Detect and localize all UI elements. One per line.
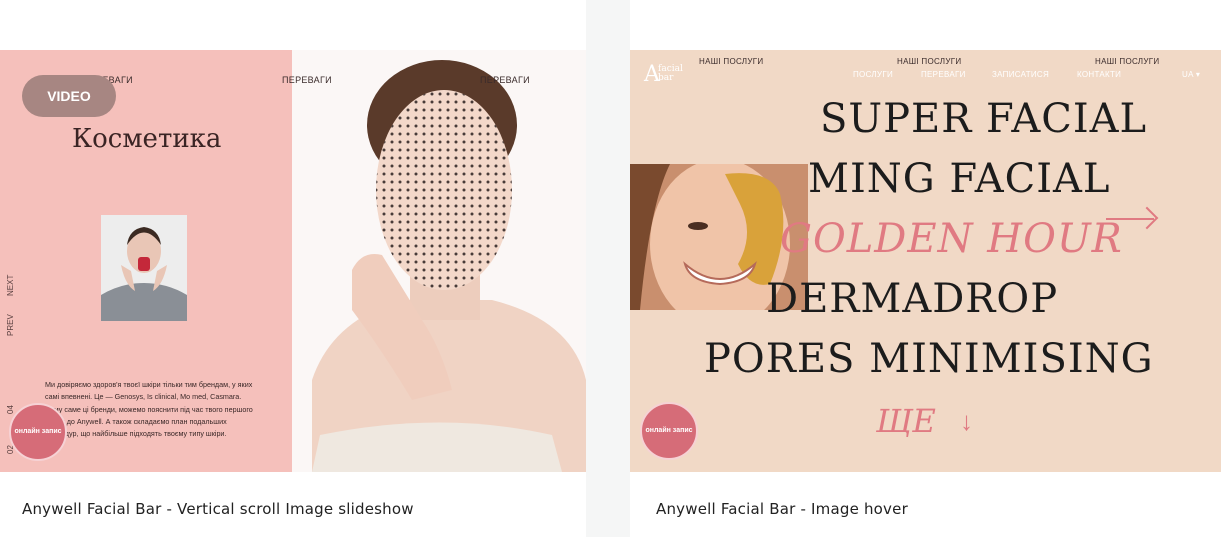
- next-slide-link[interactable]: NEXT: [6, 275, 15, 296]
- menu-item-contacts[interactable]: КОНТАКТИ: [1077, 70, 1121, 79]
- menu-item-services[interactable]: ПОСЛУГИ: [853, 70, 893, 79]
- masked-model-image: [312, 60, 586, 472]
- nav-link-advantages[interactable]: ПЕРЕВАГИ: [480, 75, 530, 85]
- chevron-down-icon: ▾: [1195, 70, 1201, 79]
- online-booking-button[interactable]: онлайн запис: [9, 403, 67, 461]
- arrow-right-icon: [1106, 218, 1154, 220]
- slide-counter-top: 04: [6, 405, 15, 414]
- slide-thumbnail: [101, 215, 187, 321]
- nav-link-advantages[interactable]: ПЕРЕВАГИ: [282, 75, 332, 85]
- template-card-vertical-slideshow[interactable]: ПЕРЕВАГИ ПЕРЕВАГИ ПЕРЕВАГИ VIDEO Космети…: [0, 0, 586, 537]
- service-item-pores-minimising[interactable]: PORES MINIMISING: [704, 336, 1154, 382]
- online-booking-button[interactable]: онлайн запис: [640, 402, 698, 460]
- arrow-down-icon: ↓: [960, 406, 973, 436]
- model-photo: [292, 50, 586, 472]
- service-item-golden-hour[interactable]: GOLDEN HOUR: [780, 216, 1123, 262]
- slide-title: Косметика: [72, 124, 222, 154]
- card-preview[interactable]: ПЕРЕВАГИ ПЕРЕВАГИ ПЕРЕВАГИ VIDEO Космети…: [0, 50, 586, 472]
- card-caption[interactable]: Anywell Facial Bar - Vertical scroll Ima…: [22, 500, 414, 518]
- language-switch[interactable]: UA ▾: [1182, 70, 1200, 79]
- video-button[interactable]: VIDEO: [22, 75, 116, 117]
- nav-link-services[interactable]: НАШІ ПОСЛУГИ: [1095, 57, 1159, 66]
- slide-paragraph: Ми довіряємо здоров'я твоєї шкіри тільки…: [45, 380, 253, 439]
- service-item-ming-facial[interactable]: MING FACIAL: [808, 156, 1110, 202]
- menu-item-advantages[interactable]: ПЕРЕВАГИ: [921, 70, 966, 79]
- facial-bar-logo[interactable]: A facial bar: [644, 62, 683, 87]
- nav-link-services[interactable]: НАШІ ПОСЛУГИ: [897, 57, 961, 66]
- service-item-dermadrop[interactable]: DERMADROP: [766, 276, 1058, 322]
- template-card-image-hover[interactable]: A facial bar НАШІ ПОСЛУГИ НАШІ ПОСЛУГИ Н…: [630, 0, 1221, 537]
- logo-word: bar: [658, 73, 674, 83]
- service-item-super-facial[interactable]: SUPER FACIAL: [820, 96, 1147, 142]
- logo-text: facial bar: [658, 65, 683, 83]
- gutter: [586, 0, 630, 537]
- nav-link-services[interactable]: НАШІ ПОСЛУГИ: [699, 57, 763, 66]
- card-preview[interactable]: A facial bar НАШІ ПОСЛУГИ НАШІ ПОСЛУГИ Н…: [630, 50, 1221, 472]
- menu-item-sign-up[interactable]: ЗАПИСАТИСЯ: [992, 70, 1049, 79]
- more-services-link[interactable]: ЩЕ: [876, 402, 936, 440]
- prev-slide-link[interactable]: PREV: [6, 314, 15, 336]
- card-caption[interactable]: Anywell Facial Bar - Image hover: [656, 500, 908, 518]
- language-code: UA: [1182, 70, 1194, 79]
